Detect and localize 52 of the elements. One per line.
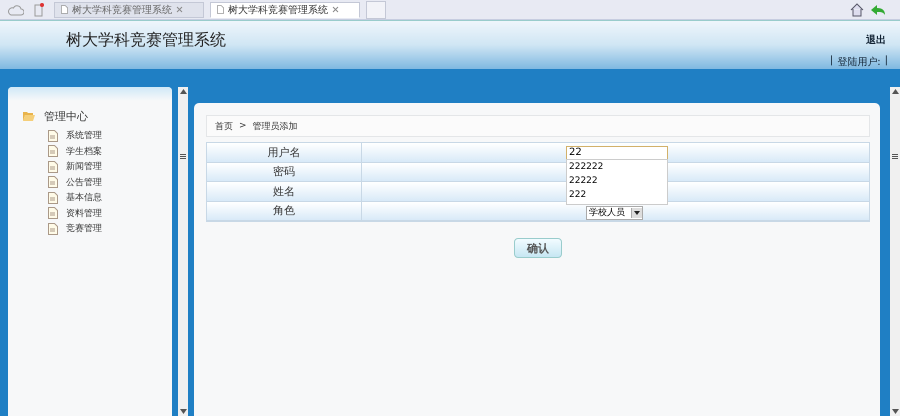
document-icon	[48, 145, 58, 158]
document-icon	[48, 130, 58, 142]
tree-item[interactable]: 系统管理	[8, 128, 172, 144]
document-icon	[48, 207, 58, 220]
dropdown-arrow-icon[interactable]	[631, 208, 642, 218]
form-label: 姓名	[207, 182, 362, 200]
scroll-down-icon[interactable]	[180, 409, 186, 414]
scroll-up-icon[interactable]	[180, 89, 186, 94]
site-title: 树大学科竞赛管理系统	[65, 29, 226, 51]
close-icon[interactable]	[176, 6, 183, 13]
tree-root-item[interactable]: 管理中心	[8, 109, 172, 128]
form-label: 用户名	[207, 143, 362, 162]
document-icon	[48, 176, 58, 188]
suggestion-item[interactable]: 222	[567, 188, 667, 202]
scrollbar[interactable]	[178, 87, 188, 416]
form-label: 密码	[207, 162, 362, 181]
folder-icon	[22, 111, 36, 122]
back-arrow-icon[interactable]	[870, 4, 886, 16]
suggestion-item[interactable]: 22222	[567, 174, 667, 188]
tree-item[interactable]: 竞赛管理	[8, 221, 172, 236]
phone-icon[interactable]	[34, 2, 44, 16]
home-icon[interactable]	[850, 2, 864, 16]
tree-item[interactable]: 新闻管理	[8, 159, 172, 174]
page-icon	[217, 4, 224, 15]
confirm-button[interactable]: 确认	[514, 238, 562, 258]
role-select[interactable]: 学校人员	[586, 206, 643, 220]
suggestion-item[interactable]: 222222	[567, 160, 667, 174]
tree-item[interactable]: 学生档案	[8, 144, 172, 159]
document-icon	[48, 192, 58, 204]
browser-tab[interactable]: 树大学科竞赛管理系统	[54, 2, 204, 18]
logout-link[interactable]: 退出	[866, 33, 886, 47]
breadcrumb-current: 管理员添加	[252, 120, 298, 132]
document-icon	[48, 160, 58, 173]
tree-item[interactable]: 公告管理	[8, 174, 172, 190]
page-icon	[61, 4, 68, 15]
login-user-label: 登陆用户:	[837, 56, 881, 69]
tree-item[interactable]: 基本信息	[8, 190, 172, 206]
grip-icon[interactable]	[180, 154, 186, 159]
close-icon[interactable]	[332, 6, 339, 13]
breadcrumb-link[interactable]: 首页	[215, 120, 233, 132]
breadcrumb-separator: >	[239, 121, 247, 131]
separator: |	[884, 55, 888, 68]
browser-tab[interactable]: 树大学科竞赛管理系统	[210, 2, 360, 18]
form-label: 角色	[207, 202, 362, 220]
scroll-down-icon[interactable]	[892, 409, 898, 414]
document-icon	[48, 222, 58, 235]
scroll-up-icon[interactable]	[892, 89, 898, 94]
separator: |	[830, 55, 834, 68]
username-field[interactable]: 22	[566, 146, 668, 160]
scrollbar[interactable]	[890, 87, 900, 416]
grip-icon[interactable]	[892, 154, 898, 159]
tree-item[interactable]: 资料管理	[8, 206, 172, 221]
